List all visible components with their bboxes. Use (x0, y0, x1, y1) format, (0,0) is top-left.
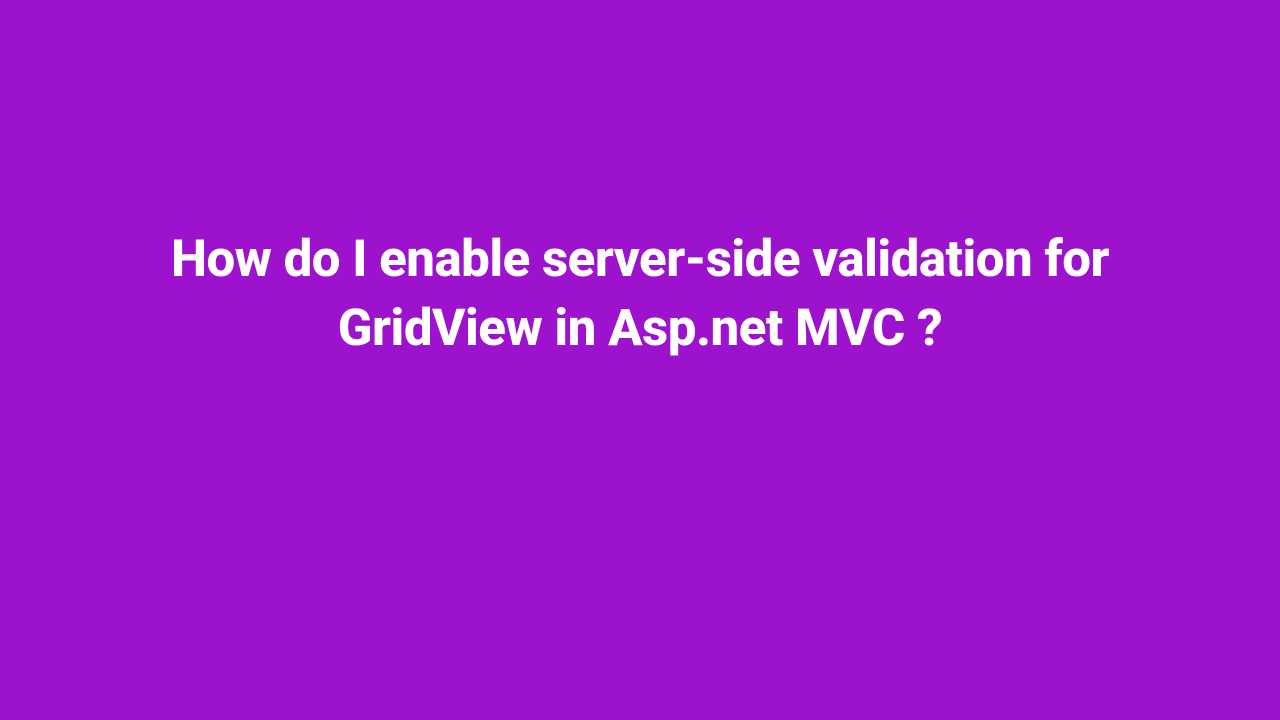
heading-container: How do I enable server-side validation f… (0, 226, 1280, 364)
page-title: How do I enable server-side validation f… (80, 226, 1200, 364)
